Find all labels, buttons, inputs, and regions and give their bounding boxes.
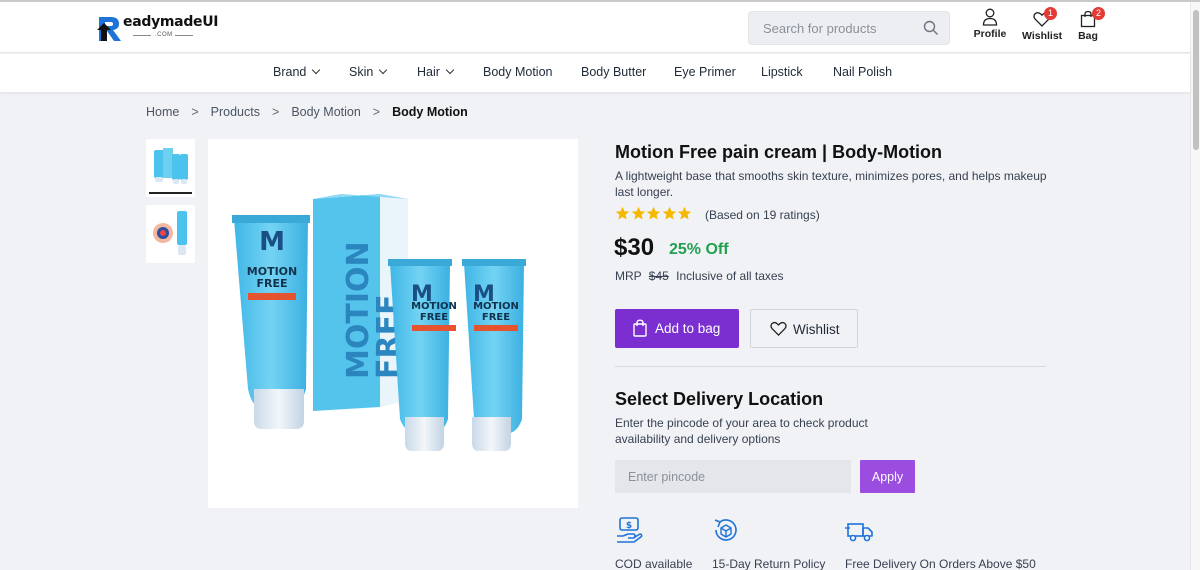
add-to-bag-button[interactable]: Add to bag: [615, 309, 739, 348]
section-divider: [615, 366, 1046, 367]
return-feature: [712, 516, 740, 546]
nav-item-label: Hair: [417, 65, 440, 79]
search-icon[interactable]: [923, 20, 939, 36]
discount-label: 25% Off: [669, 241, 729, 258]
nav-item-label: Eye Primer: [674, 65, 736, 79]
nav-item-nail-polish[interactable]: Nail Polish: [833, 65, 892, 79]
breadcrumb: Home > Products > Body Motion > Body Motion: [146, 105, 468, 119]
scrollbar-thumb[interactable]: [1193, 10, 1199, 150]
product-thumbnail-2[interactable]: [146, 205, 195, 263]
nav-item-brand[interactable]: Brand: [273, 65, 321, 79]
brand-suffix: .COM: [133, 32, 193, 38]
star-icon: [631, 206, 645, 220]
breadcrumb-separator: >: [191, 105, 199, 119]
svg-text:$: $: [626, 521, 632, 531]
nav-item-lipstick[interactable]: Lipstick: [761, 65, 803, 79]
user-icon: [982, 8, 998, 26]
bag-button[interactable]: Bag 2: [1076, 7, 1105, 42]
nav-item-hair[interactable]: Hair: [417, 65, 455, 79]
product-price: $30: [614, 234, 655, 261]
star-icon: [662, 206, 676, 220]
tube3-logo-mark: M: [473, 282, 495, 307]
product-thumbnail-1[interactable]: [146, 139, 195, 197]
chevron-down-icon: [445, 65, 455, 75]
nav-item-label: Brand: [273, 65, 307, 79]
wishlist-label: Wishlist: [793, 322, 840, 337]
chevron-down-icon: [379, 65, 388, 75]
breadcrumb-products[interactable]: Products: [211, 105, 260, 119]
product-main-image[interactable]: MOTION FREE MOTION FREE MOTION FREE MOTI…: [208, 139, 578, 508]
bag-count-badge: 2: [1092, 7, 1105, 20]
star-icon: [615, 206, 630, 220]
cod-feature: $: [615, 516, 643, 546]
product-title: Motion Free pain cream | Body-Motion: [615, 142, 943, 162]
mrp-label: MRP: [615, 269, 642, 283]
star-icon: [677, 206, 692, 220]
logo-mark-icon: [97, 17, 121, 41]
star-icon: [646, 206, 661, 220]
add-to-bag-label: Add to bag: [655, 321, 721, 336]
nav-item-eye-primer[interactable]: Eye Primer: [674, 65, 736, 79]
return-box-icon: [714, 519, 737, 541]
apply-button[interactable]: Apply: [860, 460, 915, 493]
search-input[interactable]: [749, 12, 919, 44]
bag-label: Bag: [1078, 30, 1098, 42]
rating-count: (Based on 19 ratings): [704, 208, 820, 222]
shopping-bag-icon: [633, 319, 647, 337]
brand-logo[interactable]: eadymadeUI .COM: [95, 12, 219, 44]
site-header: eadymadeUI .COM Profile Wishlist 1 Bag 2: [0, 2, 1190, 53]
thumbnail-image: [154, 148, 188, 184]
nav-item-body-butter[interactable]: Body Butter: [581, 65, 646, 79]
chevron-down-icon: [312, 65, 321, 75]
cod-label: COD available: [615, 557, 693, 570]
thumbnail-image: [153, 211, 187, 255]
left-tube-brand-line2: FREE: [256, 277, 287, 290]
breadcrumb-category[interactable]: Body Motion: [291, 105, 360, 119]
brand-name: eadymadeUI: [123, 14, 219, 30]
heart-icon: [770, 321, 787, 336]
breadcrumb-separator: >: [272, 105, 280, 119]
breadcrumb-home[interactable]: Home: [146, 105, 179, 119]
profile-label: Profile: [973, 28, 1007, 40]
pincode-input[interactable]: [615, 460, 851, 493]
left-tube-logo-mark: M: [259, 227, 285, 257]
nav-item-body-motion[interactable]: Body Motion: [483, 65, 552, 79]
search-box: [748, 11, 950, 45]
tube2-brand-line2: FREE: [420, 312, 448, 323]
wishlist-count-badge: 1: [1044, 7, 1057, 20]
breadcrumb-current: Body Motion: [392, 105, 468, 119]
delivery-feature: [845, 516, 875, 546]
wishlist-button[interactable]: Wishlist: [750, 309, 858, 348]
mrp-line: MRP $45 Inclusive of all taxes: [615, 269, 784, 283]
delivery-truck-icon: [845, 523, 873, 542]
product-photo: MOTION FREE MOTION FREE MOTION FREE MOTI…: [232, 194, 526, 451]
nav-item-label: Lipstick: [761, 65, 803, 79]
nav-item-label: Skin: [349, 65, 374, 79]
free-delivery-label: Free Delivery On Orders Above $50: [845, 557, 1036, 570]
breadcrumb-separator: >: [372, 105, 381, 119]
category-nav: Brand Skin Hair Body Motion Body Butter …: [0, 54, 1190, 92]
tax-note: Inclusive of all taxes: [676, 269, 784, 283]
delivery-title: Select Delivery Location: [615, 389, 824, 409]
nav-item-label: Body Butter: [581, 65, 647, 79]
wishlist-header-label: Wishlist: [1022, 30, 1063, 42]
nav-item-label: Body Motion: [483, 65, 553, 79]
nav-item-skin[interactable]: Skin: [349, 65, 388, 79]
mrp-value: $45: [648, 269, 669, 283]
nav-item-label: Nail Polish: [833, 65, 893, 79]
product-rating: (Based on 19 ratings): [615, 206, 820, 222]
tube2-logo-mark: M: [411, 282, 433, 307]
return-label: 15-Day Return Policy: [712, 557, 826, 570]
wishlist-header-button[interactable]: Wishlist 1: [1022, 7, 1063, 42]
tube3-brand-line2: FREE: [482, 312, 510, 323]
page-scrollbar[interactable]: [1190, 2, 1200, 570]
delivery-description: Enter the pincode of your area to check …: [615, 416, 868, 446]
product-description: A lightweight base that smooths skin tex…: [615, 169, 1047, 199]
profile-button[interactable]: Profile: [973, 8, 1007, 40]
cash-hand-icon: $: [617, 517, 643, 543]
